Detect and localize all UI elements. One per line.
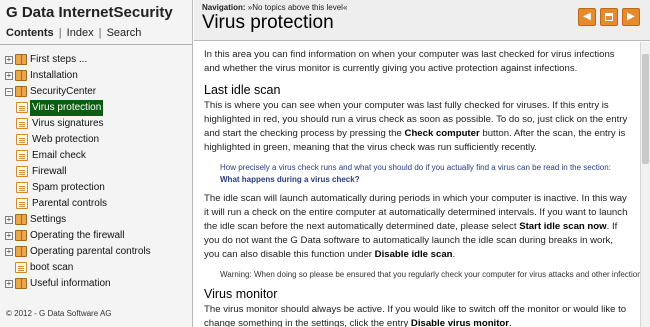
tree-item-useful-information[interactable]: + Useful information [5,276,191,292]
sidebar-links: Contents | Index | Search [6,27,141,39]
tree-item-spam-protection[interactable]: Spam protection [5,180,191,196]
content-scrollbar[interactable] [640,42,650,327]
arrow-left-icon: ◀ [583,11,591,22]
topic-tree: + First steps ... + Installation − SecurityCe… [5,52,191,292]
tree-item-boot-scan[interactable]: boot scan [5,260,191,276]
navigation-label: Navigation: [202,3,246,12]
page-icon [16,198,28,209]
tree-item-label: SecurityCenter [30,86,97,97]
start-idle-scan-term: Start idle scan now [519,221,607,232]
collapse-icon[interactable]: − [5,88,13,96]
idle-scan-paragraph: This is where you can see when your comp… [204,100,628,153]
book-icon [15,246,27,257]
page-icon [16,182,28,193]
tree-item-firewall[interactable]: Firewall [5,164,191,180]
tree-item-virus-signatures[interactable]: Virus signatures [5,116,191,132]
expand-icon[interactable]: + [5,56,13,64]
contents-link[interactable]: Contents [6,27,54,39]
tree-item-label: Web protection [32,134,100,145]
previous-topic-button[interactable]: ◀ [578,8,596,26]
page-icon [16,150,28,161]
tree-item-web-protection[interactable]: Web protection [5,132,191,148]
book-icon [15,86,27,97]
header: Navigation: »No topics above this level«… [194,0,650,41]
sidebar-divider [0,44,193,45]
tree-item-label: Parental controls [32,198,108,209]
tree-item-operating-the-firewall[interactable]: + Operating the firewall [5,228,191,244]
page-icon [16,102,28,113]
expand-icon[interactable]: + [5,216,13,224]
tree-item-label: Operating parental controls [30,246,151,257]
navigation-breadcrumb: Navigation: »No topics above this level« [202,3,347,12]
virus-check-note: How precisely a virus check runs and wha… [220,163,611,184]
tree-item-label: Installation [30,70,78,81]
tree-item-email-check[interactable]: Email check [5,148,191,164]
tree-item-installation[interactable]: + Installation [5,68,191,84]
scrollbar-thumb[interactable] [642,54,649,164]
tree-item-label: Virus signatures [32,118,104,129]
disable-idle-scan-term: Disable idle scan [374,249,453,260]
page-icon [16,134,28,145]
tree-item-label: boot scan [30,262,74,273]
tree-item-label: Firewall [32,166,67,177]
tree-item-label: Virus protection [30,100,104,116]
navigation-text: »No topics above this level« [247,3,348,12]
home-topic-button[interactable] [600,8,618,26]
book-icon [15,278,27,289]
expand-icon[interactable]: + [5,248,13,256]
tree-item-label: Email check [32,150,86,161]
intro-paragraph: In this area you can find information on… [204,49,615,74]
arrow-right-icon: ▶ [627,11,635,22]
section-heading-last-idle-scan: Last idle scan [204,83,281,97]
tree-item-label: Operating the firewall [30,230,125,241]
expand-icon[interactable]: + [5,72,13,80]
tree-item-virus-protection[interactable]: Virus protection [5,100,191,116]
tree-item-securitycenter[interactable]: − SecurityCenter [5,84,191,100]
index-link[interactable]: Index [67,27,94,39]
book-icon [15,54,27,65]
tree-item-label: Spam protection [32,182,105,193]
search-link[interactable]: Search [107,27,142,39]
next-topic-button[interactable]: ▶ [622,8,640,26]
book-icon [15,70,27,81]
topic-content: In this area you can find information on… [194,42,640,327]
tree-item-label: First steps ... [30,54,88,65]
section-heading-virus-monitor: Virus monitor [204,287,278,301]
tree-item-settings[interactable]: + Settings [5,212,191,228]
expand-icon[interactable]: + [5,280,13,288]
tree-item-label: Useful information [30,278,111,289]
page-icon [16,118,28,129]
app-title: G Data InternetSecurity [6,4,173,21]
tree-item-first-steps[interactable]: + First steps ... [5,52,191,68]
disable-virus-monitor-term: Disable virus monitor [410,318,510,327]
book-icon [15,214,27,225]
what-happens-link[interactable]: What happens during a virus check? [220,175,360,184]
tree-item-parental-controls[interactable]: Parental controls [5,196,191,212]
check-computer-term: Check computer [404,128,480,139]
virus-monitor-paragraph: The virus monitor should always be activ… [204,304,627,327]
link-separator: | [58,27,62,39]
copyright: © 2012 - G Data Software AG [6,309,112,318]
sidebar: G Data InternetSecurity Contents | Index… [0,0,193,327]
tree-item-label: Settings [30,214,67,225]
tree-item-operating-parental-controls[interactable]: + Operating parental controls [5,244,191,260]
home-icon [605,13,613,21]
warning-note: Warning: When doing so please be ensured… [220,270,640,279]
link-separator: | [98,27,102,39]
book-icon [15,230,27,241]
expand-icon[interactable]: + [5,232,13,240]
page-icon [16,166,28,177]
page-title: Virus protection [202,12,334,33]
page-icon [15,262,27,273]
idle-scan-schedule-paragraph: The idle scan will launch automatically … [204,193,628,260]
